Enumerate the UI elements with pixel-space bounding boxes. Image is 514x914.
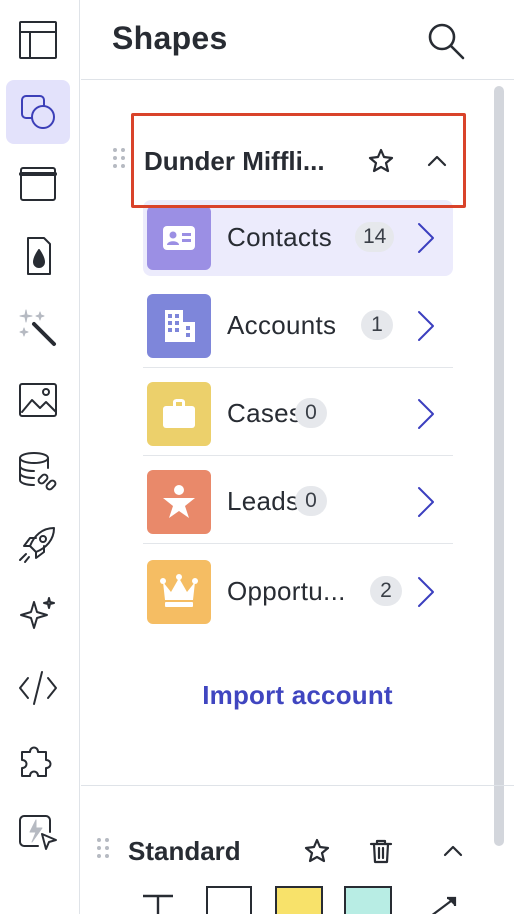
tool-rail	[0, 0, 80, 914]
shape-item-leads[interactable]: Leads 0	[143, 464, 453, 544]
chevron-right-icon[interactable]	[413, 574, 439, 610]
fill-drop-icon	[27, 237, 51, 275]
item-label: Opportu...	[227, 576, 346, 606]
count-badge: 1	[361, 310, 393, 340]
layout-icon	[19, 21, 57, 59]
item-label: Cases	[227, 398, 303, 428]
integrations-button[interactable]	[6, 728, 70, 792]
layout-button[interactable]	[6, 8, 70, 72]
chevron-right-icon[interactable]	[413, 308, 439, 344]
person-star-icon	[147, 470, 211, 534]
favorite-button[interactable]	[299, 833, 335, 869]
scrollbar-thumb[interactable]	[494, 86, 504, 846]
import-account-link[interactable]: Import account	[81, 680, 514, 711]
contact-card-icon	[147, 206, 211, 270]
ai-button[interactable]	[6, 584, 70, 648]
shape-item-accounts[interactable]: Accounts 1	[143, 288, 453, 368]
launch-button[interactable]	[6, 512, 70, 576]
shapes-button[interactable]	[6, 80, 70, 144]
divider	[81, 785, 514, 786]
frame-icon	[19, 167, 57, 201]
panel-header: Shapes	[81, 0, 514, 80]
crown-icon	[147, 560, 211, 624]
magic-button[interactable]	[6, 296, 70, 360]
arrow-line-shape[interactable]	[425, 886, 459, 914]
count-badge: 0	[295, 398, 327, 428]
item-label: Accounts	[227, 310, 337, 340]
quick-action-button[interactable]	[6, 800, 70, 864]
sparkle-icon	[20, 597, 55, 629]
frame-button[interactable]	[6, 152, 70, 216]
shape-item-contacts[interactable]: Contacts 14	[143, 200, 453, 276]
selection-highlight	[131, 113, 466, 208]
image-icon	[19, 383, 57, 417]
sticky-note-shape[interactable]	[275, 886, 323, 914]
item-label: Contacts	[227, 222, 333, 252]
fill-button[interactable]	[6, 224, 70, 288]
trash-icon	[369, 839, 393, 864]
search-button[interactable]	[422, 18, 470, 64]
code-icon	[19, 671, 57, 705]
collapse-button[interactable]	[435, 833, 471, 869]
card-shape[interactable]	[344, 886, 392, 914]
magic-wand-icon	[19, 309, 56, 346]
lightning-cursor-icon	[19, 815, 57, 850]
rocket-icon	[19, 527, 55, 563]
puzzle-icon	[21, 746, 52, 777]
chevron-right-icon[interactable]	[413, 484, 439, 520]
shape-item-cases[interactable]: Cases 0	[143, 376, 453, 456]
star-icon	[304, 838, 330, 863]
embed-button[interactable]	[6, 656, 70, 720]
rectangle-shape[interactable]	[206, 886, 252, 914]
briefcase-icon	[147, 382, 211, 446]
database-link-icon	[19, 452, 57, 491]
delete-button[interactable]	[363, 833, 399, 869]
shapes-panel: Shapes Dunder Miffli... Contacts 14 Acco…	[81, 0, 514, 914]
count-badge: 14	[355, 222, 395, 252]
count-badge: 0	[295, 486, 327, 516]
text-shape[interactable]	[141, 886, 175, 914]
item-label: Leads	[227, 486, 300, 516]
page-title: Shapes	[112, 20, 228, 56]
drag-handle[interactable]	[113, 148, 127, 172]
drag-handle[interactable]	[97, 838, 111, 862]
count-badge: 2	[370, 576, 402, 606]
shape-item-opportunities[interactable]: Opportu... 2	[143, 554, 453, 634]
standard-group-title: Standard	[128, 836, 241, 866]
search-icon	[428, 23, 465, 60]
image-button[interactable]	[6, 368, 70, 432]
shapes-icon	[21, 95, 55, 129]
chevron-up-icon	[443, 845, 463, 857]
building-icon	[147, 294, 211, 358]
chevron-right-icon[interactable]	[413, 220, 439, 256]
chevron-right-icon[interactable]	[413, 396, 439, 432]
data-link-button[interactable]	[6, 440, 70, 504]
